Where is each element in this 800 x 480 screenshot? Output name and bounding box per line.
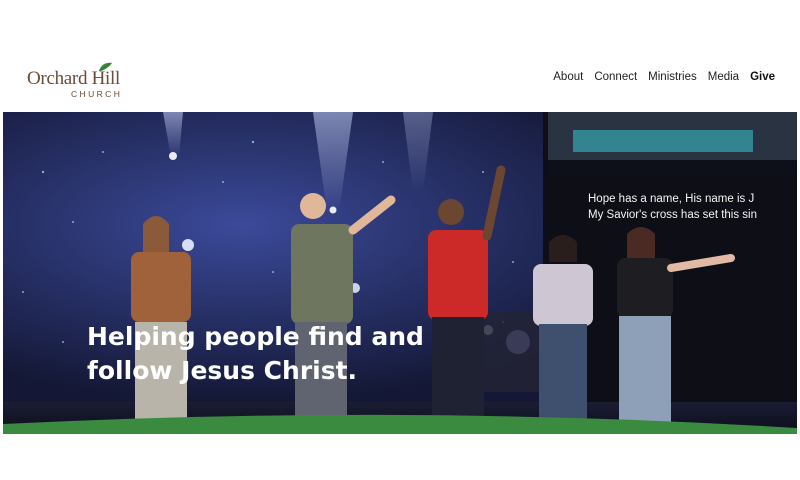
lyric-line-1: Hope has a name, His name is J bbox=[588, 193, 755, 205]
church-logo[interactable]: Orchard Hill CHURCH bbox=[27, 62, 137, 103]
site-header: Orchard Hill CHURCH About Connect Minist… bbox=[0, 48, 800, 112]
nav-connect[interactable]: Connect bbox=[594, 71, 637, 83]
lyric-line-2: My Savior's cross has set this sin bbox=[588, 209, 757, 221]
nav-give[interactable]: Give bbox=[750, 71, 775, 83]
nav-about[interactable]: About bbox=[553, 71, 583, 83]
hero-banner: Hope has a name, His name is J My Savior… bbox=[3, 112, 797, 434]
lyrics-screen-text: Hope has a name, His name is J My Savior… bbox=[588, 191, 797, 223]
page: Orchard Hill CHURCH About Connect Minist… bbox=[0, 0, 800, 480]
main-nav: About Connect Ministries Media Give bbox=[553, 71, 775, 83]
hero-headline: Helping people find and follow Jesus Chr… bbox=[87, 320, 447, 388]
nav-media[interactable]: Media bbox=[708, 71, 739, 83]
headline-line-2: follow Jesus Christ. bbox=[87, 356, 358, 385]
nav-ministries[interactable]: Ministries bbox=[648, 71, 697, 83]
logo-name: Orchard Hill bbox=[27, 68, 120, 89]
headline-line-1: Helping people find and bbox=[87, 322, 424, 351]
logo-subtitle: CHURCH bbox=[71, 89, 123, 99]
